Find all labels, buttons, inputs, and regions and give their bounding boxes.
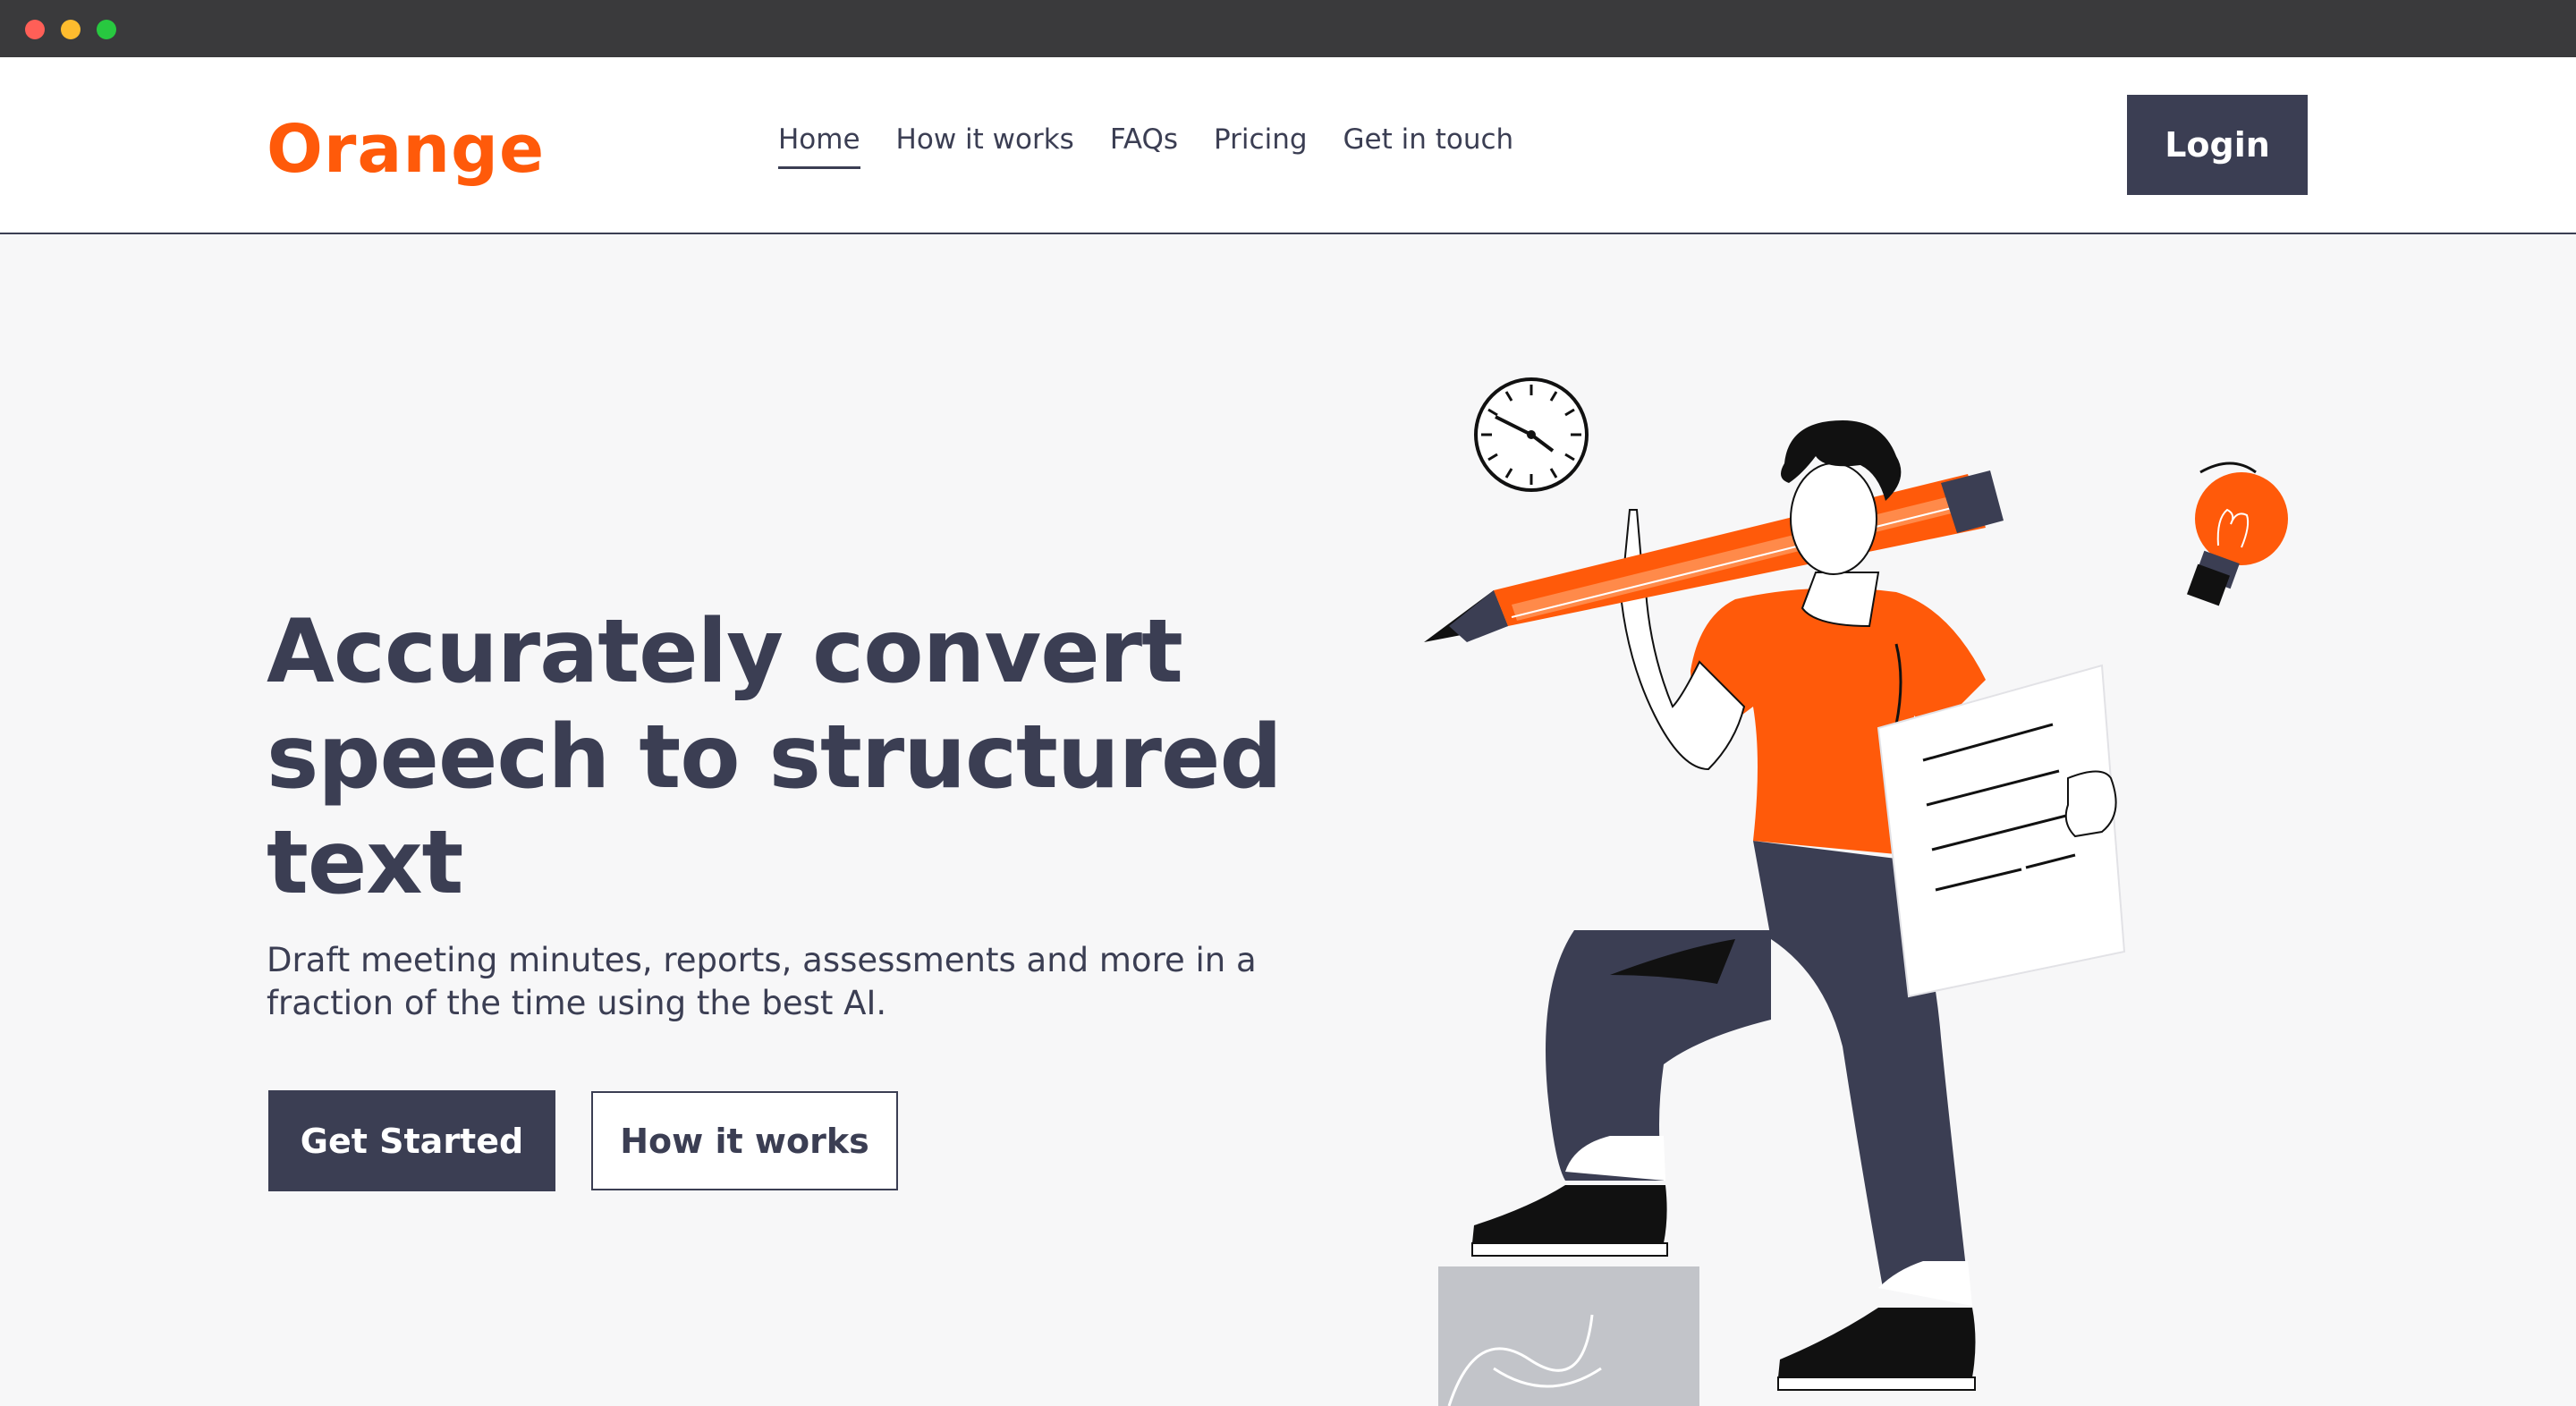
how-it-works-button[interactable]: How it works: [591, 1091, 898, 1190]
lightbulb-icon: [2186, 462, 2288, 606]
nav-item-get-in-touch[interactable]: Get in touch: [1343, 123, 1514, 169]
window-minimize-button[interactable]: [61, 20, 80, 39]
window-close-button[interactable]: [25, 20, 45, 39]
site-header: Orange Home How it works FAQs Pricing Ge…: [0, 57, 2576, 234]
hero-title: Accurately convert speech to structured …: [267, 601, 1283, 914]
browser-chrome: [0, 0, 2576, 57]
hero-subtitle: Draft meeting minutes, reports, assessme…: [267, 941, 1257, 1022]
main-nav: Home How it works FAQs Pricing Get in to…: [778, 123, 1513, 169]
window-maximize-button[interactable]: [97, 20, 116, 39]
shoe-right: [1777, 1261, 1976, 1391]
nav-item-how-it-works[interactable]: How it works: [896, 123, 1074, 169]
stool-block: [1438, 1266, 1699, 1406]
nav-item-faqs[interactable]: FAQs: [1110, 123, 1178, 169]
nav-item-home[interactable]: Home: [778, 123, 860, 169]
brand-logo[interactable]: Orange: [267, 111, 545, 188]
hero-illustration: [1424, 377, 2288, 1406]
login-button[interactable]: Login: [2127, 95, 2308, 195]
get-started-button[interactable]: Get Started: [268, 1090, 555, 1191]
nav-item-pricing[interactable]: Pricing: [1214, 123, 1308, 169]
clock-icon: [1474, 377, 1589, 492]
